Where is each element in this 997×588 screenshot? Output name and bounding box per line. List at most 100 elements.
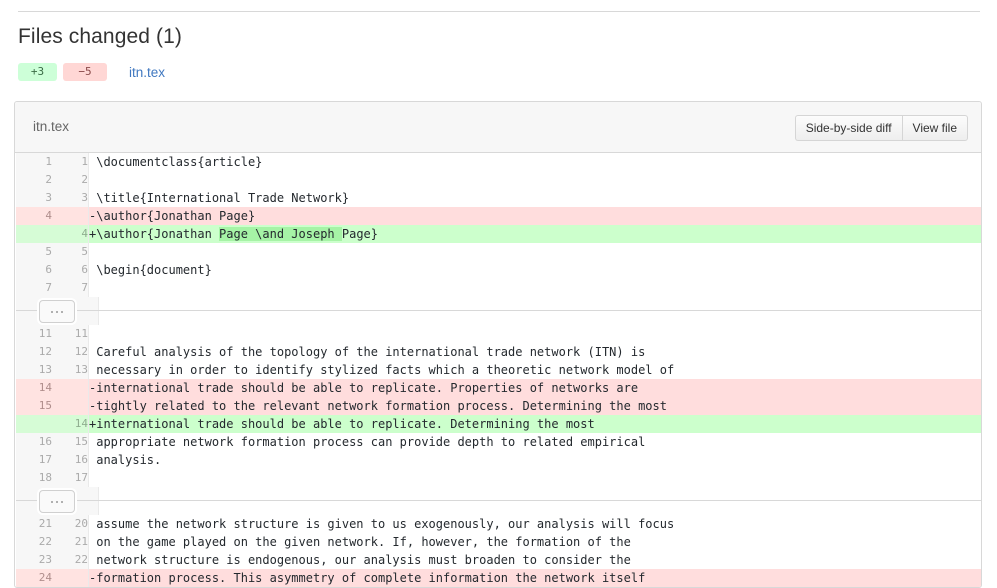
expand-hunk-button[interactable]: [39, 490, 75, 513]
line-number-new[interactable]: 15: [52, 433, 89, 451]
diff-code-cell[interactable]: analysis.: [89, 451, 982, 469]
diff-container: itn.tex Side-by-side diff View file 11 \…: [14, 101, 982, 588]
diff-header-filename: itn.tex: [33, 102, 69, 152]
file-name-link[interactable]: itn.tex: [129, 65, 165, 80]
line-number-new[interactable]: 13: [52, 361, 89, 379]
line-number-old[interactable]: [16, 415, 53, 433]
diff-code-cell[interactable]: \begin{document}: [89, 261, 982, 279]
line-number-new[interactable]: 3: [52, 189, 89, 207]
files-changed-page: Files changed (1) +3 −5 itn.tex itn.tex …: [0, 0, 997, 579]
diff-line-add: 14+international trade should be able to…: [16, 415, 982, 433]
diff-code-cell[interactable]: [89, 469, 982, 487]
line-number-new[interactable]: [52, 207, 89, 225]
line-number-new[interactable]: 11: [52, 325, 89, 343]
diff-code-cell[interactable]: [89, 171, 982, 189]
diff-code-cell[interactable]: [89, 325, 982, 343]
line-number-old[interactable]: 17: [16, 451, 53, 469]
code-word-highlight: Page \and Joseph: [219, 227, 342, 241]
ellipsis-icon: [51, 311, 63, 313]
line-number-new[interactable]: 4: [52, 225, 89, 243]
line-number-new[interactable]: 2: [52, 171, 89, 189]
diff-line-del: 14 -international trade should be able to…: [16, 379, 982, 397]
line-number-old[interactable]: 24: [16, 569, 53, 587]
code-text: \begin{document}: [89, 263, 212, 277]
diff-table: 11 \documentclass{article}2233 \title{In…: [15, 153, 981, 587]
diff-code-cell[interactable]: +international trade should be able to r…: [89, 415, 982, 433]
line-number-old[interactable]: 15: [16, 397, 53, 415]
code-text: -tightly related to the relevant network…: [89, 399, 667, 413]
line-number-new[interactable]: 21: [52, 533, 89, 551]
diff-header-actions: Side-by-side diff View file: [795, 115, 968, 141]
diff-code-cell[interactable]: \title{International Trade Network}: [89, 189, 982, 207]
line-number-new[interactable]: [52, 379, 89, 397]
diff-line-ctx: 1817: [16, 469, 982, 487]
line-number-old[interactable]: 1: [16, 153, 53, 171]
line-number-old[interactable]: 2: [16, 171, 53, 189]
diff-line-ctx: 55: [16, 243, 982, 261]
line-number-old[interactable]: [16, 225, 53, 243]
line-number-new[interactable]: 17: [52, 469, 89, 487]
line-number-new[interactable]: 7: [52, 279, 89, 297]
line-number-old[interactable]: 21: [16, 515, 53, 533]
line-number-new[interactable]: 22: [52, 551, 89, 569]
line-number-old[interactable]: 13: [16, 361, 53, 379]
diff-code-cell[interactable]: -formation process. This asymmetry of co…: [89, 569, 982, 587]
hunk-divider-line: [16, 500, 982, 501]
line-number-new[interactable]: 16: [52, 451, 89, 469]
hunk-separator-cell: [16, 297, 982, 325]
line-number-old[interactable]: 16: [16, 433, 53, 451]
line-number-new[interactable]: 1: [52, 153, 89, 171]
diff-line-ctx: 1615 appropriate network formation proce…: [16, 433, 982, 451]
diff-line-del: 4 -\author{Jonathan Page}: [16, 207, 982, 225]
line-number-old[interactable]: 14: [16, 379, 53, 397]
code-text: \documentclass{article}: [89, 155, 262, 169]
line-number-new[interactable]: [52, 569, 89, 587]
code-text: appropriate network formation process ca…: [89, 435, 645, 449]
diff-line-ctx: 1716 analysis.: [16, 451, 982, 469]
line-number-old[interactable]: 5: [16, 243, 53, 261]
line-number-old[interactable]: 23: [16, 551, 53, 569]
diff-code-cell[interactable]: on the game played on the given network.…: [89, 533, 982, 551]
line-number-new[interactable]: [52, 397, 89, 415]
diff-code-cell[interactable]: [89, 279, 982, 297]
diff-code-cell[interactable]: \documentclass{article}: [89, 153, 982, 171]
line-number-old[interactable]: 6: [16, 261, 53, 279]
expand-hunk-button[interactable]: [39, 300, 75, 323]
deletions-badge: −5: [63, 63, 107, 81]
diff-code-cell[interactable]: appropriate network formation process ca…: [89, 433, 982, 451]
diff-code-cell[interactable]: -international trade should be able to r…: [89, 379, 982, 397]
hunk-separator: [16, 487, 982, 515]
diff-code-cell[interactable]: -tightly related to the relevant network…: [89, 397, 982, 415]
line-number-new[interactable]: 12: [52, 343, 89, 361]
line-number-old[interactable]: 22: [16, 533, 53, 551]
diff-line-ctx: 22: [16, 171, 982, 189]
diff-line-ctx: 2221 on the game played on the given net…: [16, 533, 982, 551]
line-number-new[interactable]: 5: [52, 243, 89, 261]
diff-code-cell[interactable]: [89, 243, 982, 261]
line-number-old[interactable]: 3: [16, 189, 53, 207]
diff-code-cell[interactable]: network structure is endogenous, our ana…: [89, 551, 982, 569]
diff-code-cell[interactable]: +\author{Jonathan Page \and Joseph Page}: [89, 225, 982, 243]
code-text: Careful analysis of the topology of the …: [89, 345, 645, 359]
diff-code-cell[interactable]: Careful analysis of the topology of the …: [89, 343, 982, 361]
line-number-new[interactable]: 6: [52, 261, 89, 279]
code-text: +\author{Jonathan: [89, 227, 219, 241]
code-text: -international trade should be able to r…: [89, 381, 638, 395]
line-number-old[interactable]: 12: [16, 343, 53, 361]
diff-code-cell[interactable]: assume the network structure is given to…: [89, 515, 982, 533]
line-number-old[interactable]: 4: [16, 207, 53, 225]
hunk-separator-row: [16, 297, 982, 325]
line-number-old[interactable]: 7: [16, 279, 53, 297]
code-text: Page}: [342, 227, 378, 241]
diff-code-cell[interactable]: necessary in order to identify stylized …: [89, 361, 982, 379]
code-text: network structure is endogenous, our ana…: [89, 553, 631, 567]
hunk-divider-line: [16, 310, 982, 311]
line-number-old[interactable]: 11: [16, 325, 53, 343]
diff-code-cell[interactable]: -\author{Jonathan Page}: [89, 207, 982, 225]
line-number-new[interactable]: 20: [52, 515, 89, 533]
line-number-new[interactable]: 14: [52, 415, 89, 433]
view-file-button[interactable]: View file: [902, 115, 968, 141]
line-number-old[interactable]: 18: [16, 469, 53, 487]
side-by-side-diff-button[interactable]: Side-by-side diff: [795, 115, 902, 141]
hunk-separator-cell: [16, 487, 982, 515]
